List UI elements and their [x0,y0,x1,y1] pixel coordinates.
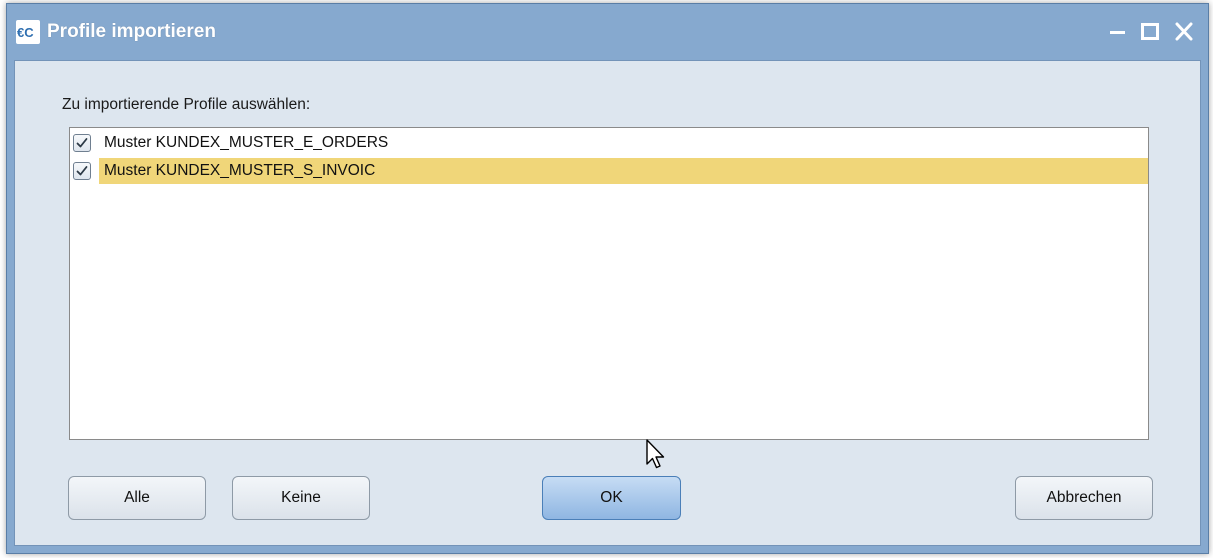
minimize-icon[interactable] [1103,18,1133,46]
list-item-selected[interactable]: Muster KUNDEX_MUSTER_S_INVOIC [70,158,1148,184]
title-bar[interactable]: €C Profile importieren [7,4,1208,60]
ok-button[interactable]: OK [542,476,681,520]
cancel-button[interactable]: Abbrechen [1015,476,1153,520]
close-icon[interactable] [1169,18,1199,46]
mouse-pointer-icon [646,439,670,478]
window-title: Profile importieren [47,21,216,42]
profiles-list[interactable]: Muster KUNDEX_MUSTER_E_ORDERS Muster KUN… [69,127,1149,440]
app-logo-icon: €C [16,20,40,44]
select-none-button[interactable]: Keine [232,476,370,520]
checkbox-checked-icon[interactable] [73,134,91,152]
profiles-prompt: Zu importierende Profile auswählen: [62,96,311,113]
checkbox-checked-icon[interactable] [73,162,91,180]
svg-text:€C: €C [17,25,34,40]
profile-label[interactable]: Muster KUNDEX_MUSTER_E_ORDERS [99,130,1148,156]
profile-label[interactable]: Muster KUNDEX_MUSTER_S_INVOIC [99,158,1148,184]
dialog-window: €C Profile importieren Zu importierende … [6,3,1209,554]
maximize-icon[interactable] [1136,18,1166,46]
select-all-button[interactable]: Alle [68,476,206,520]
list-item[interactable]: Muster KUNDEX_MUSTER_E_ORDERS [70,130,1148,156]
dialog-body: Zu importierende Profile auswählen: Must… [14,60,1201,546]
